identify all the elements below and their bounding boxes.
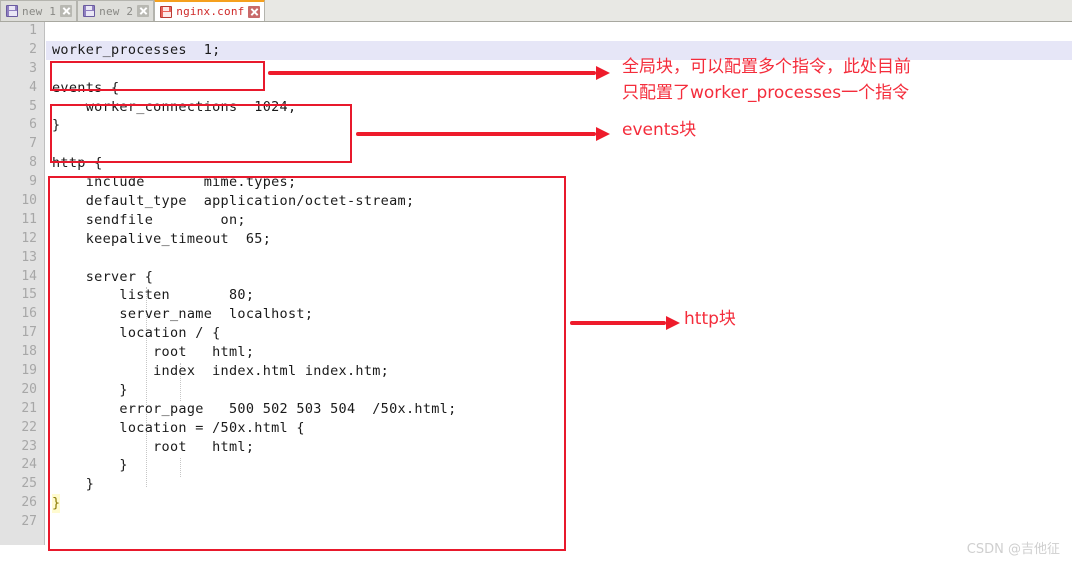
line-number: 9 [29,174,37,190]
arrow-head-icon [666,316,680,330]
close-icon[interactable] [60,5,73,17]
line-number: 16 [21,306,37,322]
floppy-disk-icon [6,5,18,17]
line-number: 7 [29,136,37,152]
code-line: } [52,457,128,474]
arrow-to-events-annotation [356,127,610,141]
tab-label: new 1 [22,4,57,18]
code-line: error_page 500 502 503 504 /50x.html; [52,400,457,417]
watermark: CSDN @吉他征 [966,542,1060,557]
code-line: index index.html index.htm; [52,363,390,380]
close-icon[interactable] [248,5,261,18]
arrow-shaft [356,132,596,136]
line-number: 22 [21,419,37,435]
line-number: 5 [29,98,37,114]
line-number: 25 [21,476,37,492]
tab-new-1[interactable]: new 1 [0,0,78,21]
line-number: 18 [21,344,37,360]
line-number: 13 [21,249,37,265]
arrow-shaft [570,321,666,325]
tab-label: nginx.conf [176,5,245,18]
tab-label: new 2 [99,4,134,18]
annotation-global-block: 全局块，可以配置多个指令，此处目前 只配置了worker_processes一个… [622,57,911,103]
code-line: } [52,476,95,493]
code-line: root html; [52,438,255,455]
line-number: 1 [29,23,37,38]
code-line: server_name localhost; [52,306,314,323]
code-line: include mime.types; [52,174,297,191]
line-number: 24 [21,457,37,473]
code-line: events { [52,79,120,96]
line-number: 15 [21,287,37,303]
line-number: 10 [21,193,37,209]
floppy-disk-icon [83,5,96,17]
line-number: 17 [21,325,37,341]
line-number: 8 [29,155,37,171]
line-number-gutter: 1 2 3 4 5 6 7 8 9 10 11 12 13 14 15 16 1… [0,22,45,545]
code-line: worker_processes 1; [52,41,221,58]
code-line: location = /50x.html { [52,419,305,436]
line-number: 19 [21,363,37,379]
code-editor[interactable]: 1 2 3 4 5 6 7 8 9 10 11 12 13 14 15 16 1… [0,22,1072,567]
arrow-shaft [268,71,596,75]
code-line: http { [52,155,103,172]
annotation-events-block: events块 [622,120,697,140]
arrow-head-icon [596,66,610,80]
code-line: } [52,494,61,514]
line-number: 20 [21,381,37,397]
line-number: 11 [21,211,37,227]
code-line: listen 80; [52,287,255,304]
tab-new-2[interactable]: new 2 [77,0,155,21]
line-number: 12 [21,230,37,246]
line-number: 6 [29,117,37,133]
line-number: 14 [21,268,37,284]
tab-nginx-conf[interactable]: nginx.conf [154,0,266,21]
code-line: server { [52,268,154,285]
code-line: keepalive_timeout 65; [52,230,272,247]
line-number: 26 [21,495,37,511]
arrow-to-global-annotation [268,66,610,80]
annotation-http-block: http块 [684,309,736,329]
code-line: root html; [52,344,255,361]
code-line: default_type application/octet-stream; [52,193,415,210]
floppy-disk-icon [160,5,173,18]
code-line: worker_connections 1024; [52,98,297,115]
code-line: sendfile on; [52,211,246,228]
line-number: 23 [21,438,37,454]
line-number: 27 [21,514,37,530]
close-icon[interactable] [137,5,150,17]
line-number: 4 [29,79,37,95]
code-line: location / { [52,325,221,342]
tab-bar: new 1 new 2 nginx.conf [0,0,1072,22]
line-number: 2 [29,41,37,57]
line-number: 3 [29,60,37,76]
line-number: 21 [21,400,37,416]
code-text[interactable]: worker_processes 1; events { worker_conn… [52,22,1072,545]
arrow-head-icon [596,127,610,141]
arrow-to-http-annotation [570,316,680,330]
code-line: } [52,381,128,398]
